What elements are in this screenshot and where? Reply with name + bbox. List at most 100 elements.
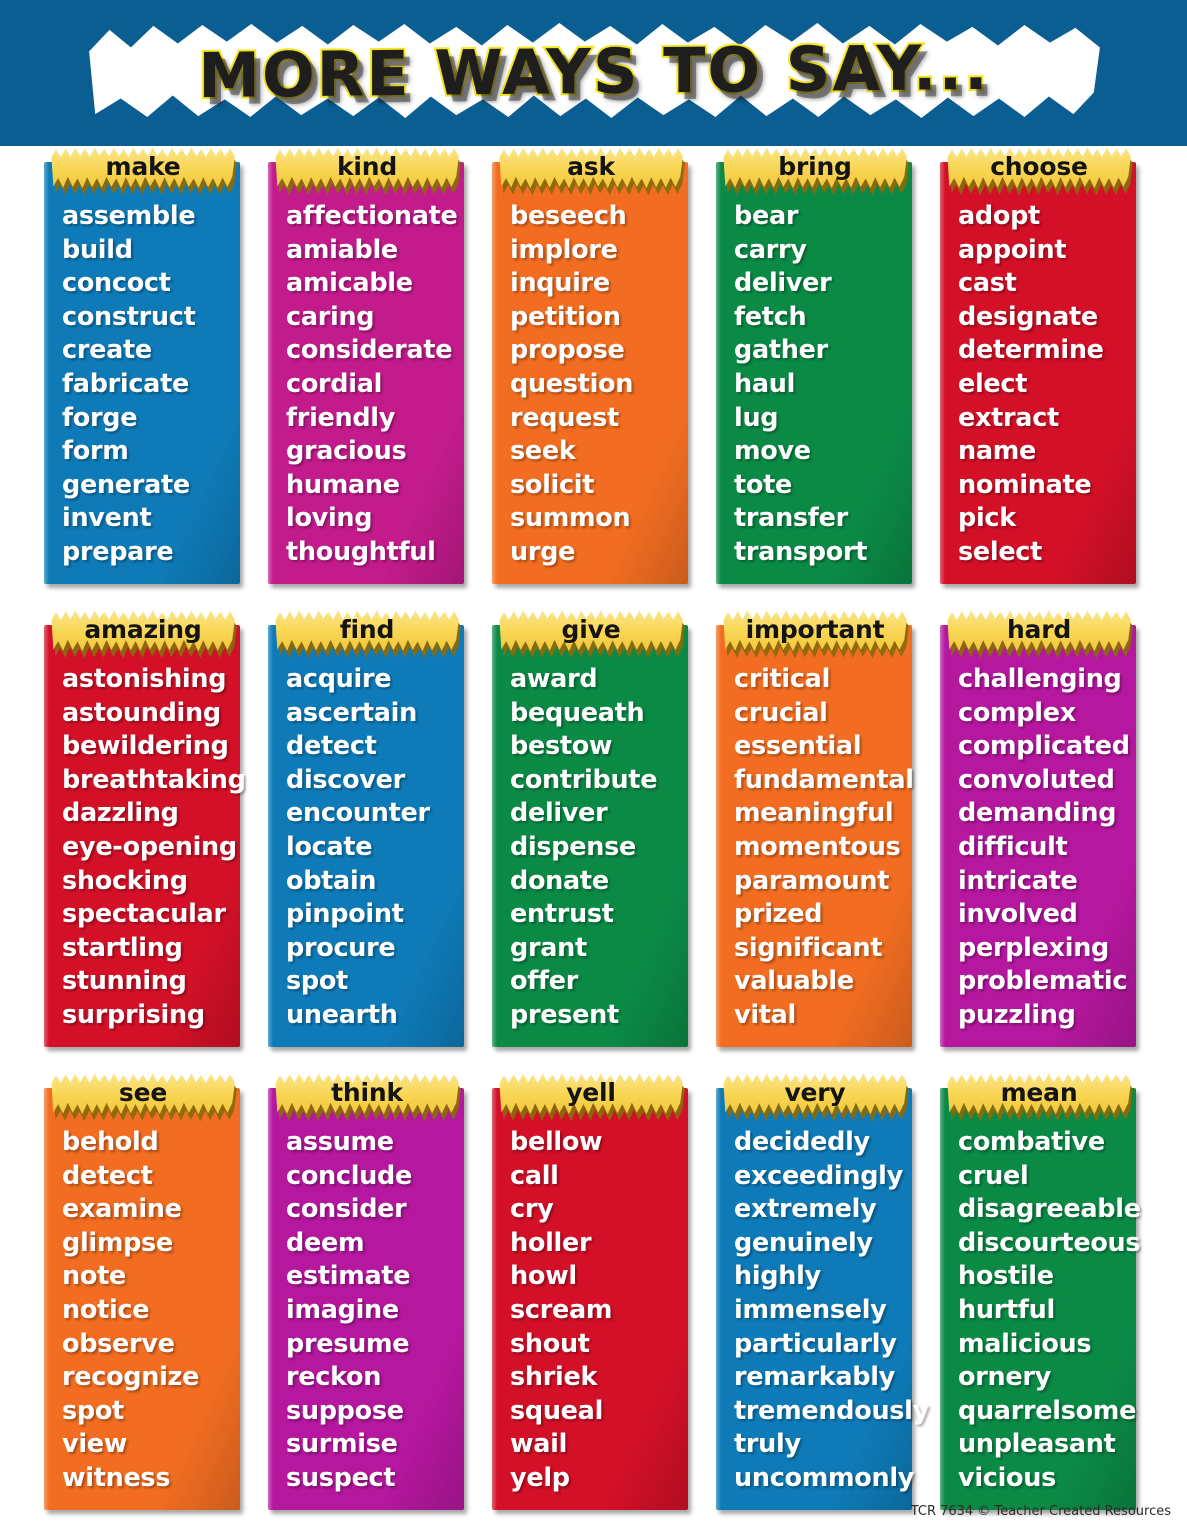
list-item: haul (734, 368, 796, 399)
list-item: pinpoint (286, 899, 404, 930)
word-list: assemble build concoct construct create fabri… (62, 200, 236, 570)
category-tab: kind (274, 146, 461, 196)
list-item: startling (62, 932, 183, 963)
list-item: extract (958, 402, 1059, 433)
list-item: hurtful (958, 1294, 1055, 1325)
list-item: decidedly (734, 1127, 870, 1157)
list-item: surmise (286, 1429, 398, 1460)
list-item: vicious (958, 1462, 1056, 1493)
list-item: call (510, 1160, 559, 1191)
list-item: transport (734, 536, 868, 567)
list-item: uncommonly (734, 1462, 915, 1493)
list-item: unpleasant (958, 1429, 1116, 1460)
list-item: pick (958, 503, 1016, 534)
category-heading: amazing (84, 614, 202, 644)
list-item: difficult (958, 831, 1068, 862)
category-tab: very (722, 1072, 909, 1122)
list-item: invent (62, 503, 152, 534)
list-item: forge (62, 402, 138, 433)
list-item: convoluted (958, 764, 1115, 795)
list-item: ascertain (286, 697, 417, 728)
list-item: generate (62, 469, 190, 500)
word-grid: assemble build concoct construct create fabri… (0, 146, 1187, 1536)
word-panel: assemble build concoct construct create fabri… (44, 162, 240, 584)
word-panel: bellow call cry holler howl scream shout shriek… (492, 1088, 688, 1510)
category-heading: ask (567, 151, 615, 181)
list-item: designate (958, 301, 1098, 332)
list-item: fetch (734, 301, 807, 332)
list-item: critical (734, 664, 831, 694)
list-item: present (510, 999, 619, 1030)
list-item: thoughtful (286, 536, 436, 567)
category-heading: very (784, 1077, 846, 1107)
list-item: amicable (286, 268, 413, 299)
list-item: observe (62, 1328, 175, 1359)
list-item: propose (510, 335, 625, 366)
word-row: assemble build concoct construct create fabri… (0, 146, 1187, 609)
list-item: nominate (958, 469, 1092, 500)
category-tab: mean (946, 1072, 1133, 1122)
category-heading: give (561, 614, 621, 644)
list-item: exceedingly (734, 1160, 903, 1191)
list-item: spot (62, 1395, 124, 1426)
list-item: view (62, 1429, 128, 1460)
list-item: scream (510, 1294, 613, 1325)
list-item: fundamental (734, 764, 914, 795)
category-tab: give (498, 609, 685, 659)
list-item: request (510, 402, 619, 433)
list-item: petition (510, 301, 621, 332)
list-item: considerate (286, 335, 453, 366)
category-heading: find (339, 614, 395, 644)
word-row: astonishing astounding bewildering breathta… (0, 609, 1187, 1072)
word-panel: assume conclude consider deem estimate imagin… (268, 1088, 464, 1510)
category-heading: important (745, 614, 885, 644)
word-panel: combative cruel disagreeable discourteous ho… (940, 1088, 1141, 1510)
list-item: deliver (734, 268, 832, 299)
list-item: howl (510, 1261, 577, 1292)
list-item: disagreeable (958, 1194, 1141, 1225)
word-panel: bear carry deliver fetch gather haul lug move to… (716, 162, 912, 584)
list-item: tote (734, 469, 792, 500)
list-item: appoint (958, 234, 1067, 265)
list-item: contribute (510, 764, 658, 795)
list-item: cry (510, 1194, 554, 1225)
word-list: combative cruel disagreeable discourteous ho… (958, 1126, 1141, 1496)
list-item: breathtaking (62, 764, 246, 795)
list-item: combative (958, 1127, 1105, 1157)
list-item: create (62, 335, 152, 366)
word-list: critical crucial essential fundamental meani… (734, 663, 914, 1033)
list-item: genuinely (734, 1227, 873, 1258)
list-item: spot (286, 966, 348, 997)
footer-credit: TCR 7634 © Teacher Created Resources (910, 1504, 1171, 1519)
list-item: discourteous (958, 1227, 1141, 1258)
list-item: bewildering (62, 731, 229, 762)
word-panel: behold detect examine glimpse note notice obse… (44, 1088, 240, 1510)
page-title: MORE WAYS TO SAY... (196, 28, 991, 113)
list-item: behold (62, 1127, 159, 1157)
list-item: hostile (958, 1261, 1054, 1292)
list-item: remarkably (734, 1362, 896, 1393)
list-item: malicious (958, 1328, 1092, 1359)
list-item: complex (958, 697, 1076, 728)
list-item: extremely (734, 1194, 877, 1225)
word-list: assume conclude consider deem estimate imagin… (286, 1126, 460, 1496)
list-item: astonishing (62, 664, 227, 694)
list-item: complicated (958, 731, 1130, 762)
list-item: acquire (286, 664, 392, 694)
category-tab: find (274, 609, 461, 659)
list-item: deliver (510, 798, 608, 829)
list-item: dispense (510, 831, 636, 862)
list-item: deem (286, 1227, 365, 1258)
word-row: behold detect examine glimpse note notice obse… (0, 1072, 1187, 1535)
list-item: procure (286, 932, 396, 963)
category-tab: important (722, 609, 909, 659)
word-panel: award bequeath bestow contribute deliver disp… (492, 625, 688, 1047)
list-item: assemble (62, 201, 196, 231)
word-panel: challenging complex complicated convoluted d… (940, 625, 1136, 1047)
word-list: bellow call cry holler howl scream shout shriek… (510, 1126, 684, 1496)
list-item: immensely (734, 1294, 887, 1325)
list-item: presume (286, 1328, 410, 1359)
list-item: friendly (286, 402, 396, 433)
list-item: highly (734, 1261, 821, 1292)
word-panel: decidedly exceedingly extremely genuinely hi… (716, 1088, 929, 1510)
